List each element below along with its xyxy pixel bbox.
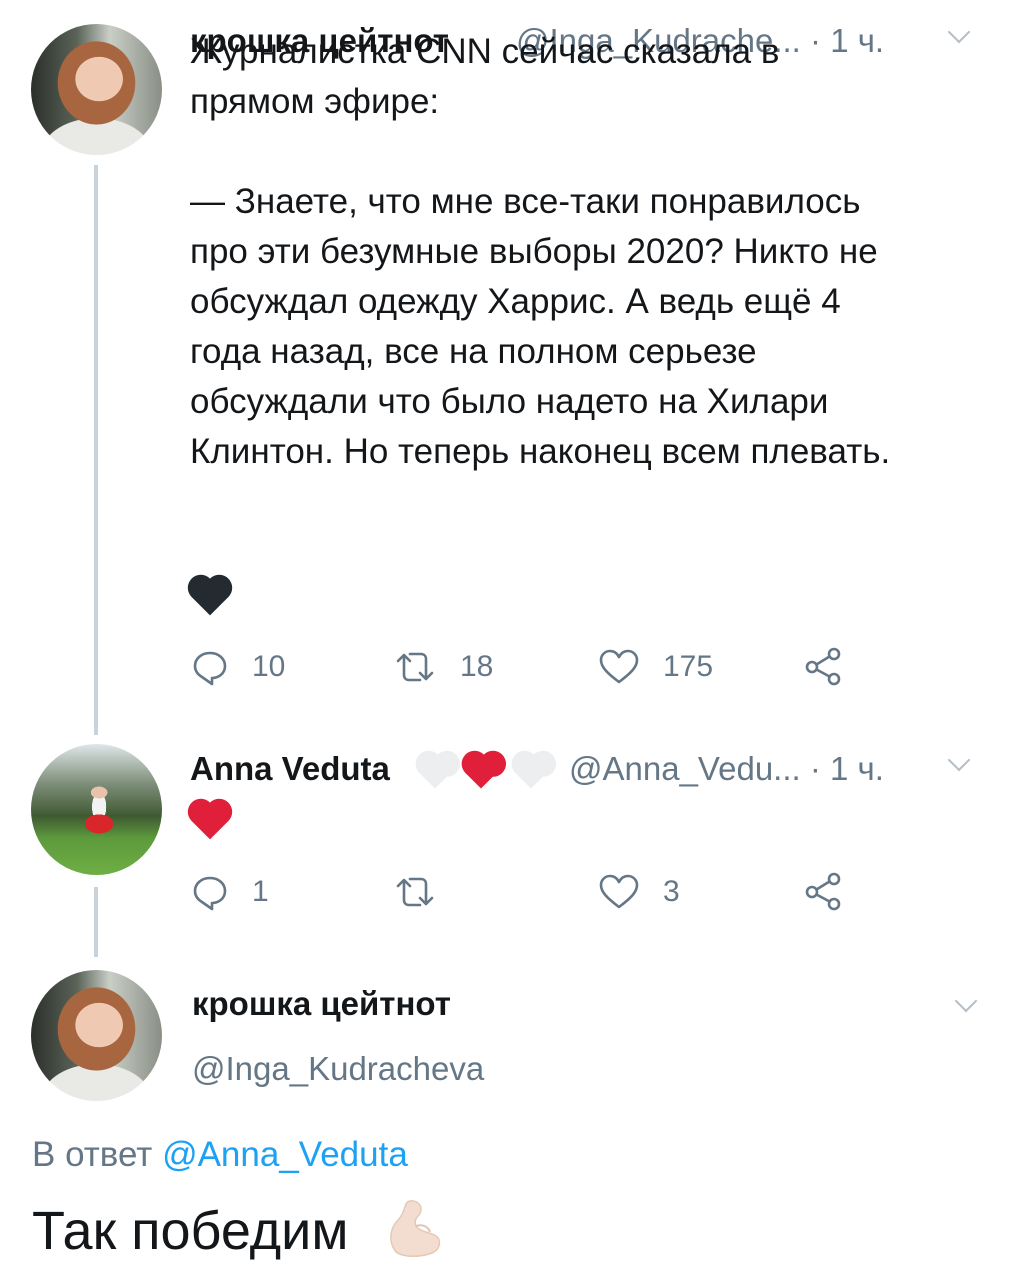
- reply-button[interactable]: 1: [190, 872, 269, 912]
- handle[interactable]: @Inga_Kudracheva: [192, 1050, 484, 1088]
- black-heart-icon: [191, 578, 229, 616]
- like-button[interactable]: 175: [597, 647, 713, 687]
- like-count: 3: [663, 875, 680, 908]
- thread-line: [94, 165, 98, 735]
- retweet-count: 18: [460, 650, 494, 683]
- white-heart-icon: [419, 757, 451, 789]
- reply-count: 10: [252, 650, 286, 683]
- flexed-biceps-icon: [390, 1200, 441, 1257]
- red-heart-icon: [465, 757, 497, 789]
- tweet-text: Так победим: [32, 1201, 349, 1261]
- avatar-inga[interactable]: [31, 24, 162, 155]
- like-icon: [599, 874, 639, 909]
- display-name[interactable]: Anna Veduta: [190, 750, 390, 788]
- retweet-button[interactable]: [392, 872, 460, 912]
- share-icon: [805, 647, 841, 686]
- like-icon: [599, 649, 639, 684]
- reply-prefix: В ответ: [32, 1135, 163, 1174]
- timestamp[interactable]: · 1 ч.: [810, 750, 884, 787]
- avatar-anna[interactable]: [31, 744, 162, 875]
- handle[interactable]: @Anna_Vedu...: [569, 750, 801, 787]
- reply-mention-link[interactable]: @Anna_Veduta: [162, 1135, 408, 1174]
- reply-icon: [193, 876, 227, 911]
- reply-count: 1: [252, 875, 269, 908]
- thread-line: [94, 887, 98, 957]
- red-heart-icon: [191, 802, 229, 840]
- reply-context: В ответ @Anna_Veduta: [32, 1135, 408, 1175]
- reply-button[interactable]: 10: [190, 647, 285, 687]
- share-button[interactable]: [802, 870, 844, 912]
- white-heart-icon: [515, 757, 547, 789]
- share-icon: [805, 872, 841, 911]
- handle-and-time[interactable]: @Anna_Vedu... · 1 ч.: [569, 750, 884, 788]
- chevron-down-icon[interactable]: [954, 989, 978, 1013]
- retweet-icon: [396, 652, 434, 682]
- reply-icon: [193, 651, 227, 686]
- chevron-down-icon[interactable]: [947, 748, 971, 772]
- like-button[interactable]: 3: [597, 872, 680, 912]
- retweet-icon: [396, 877, 434, 907]
- retweet-button[interactable]: 18: [392, 647, 493, 687]
- tweet-text: Журналистка CNN сейчас сказала в прямом …: [190, 32, 891, 471]
- display-name[interactable]: крошка цейтнот: [192, 985, 451, 1023]
- avatar-inga[interactable]: [31, 970, 162, 1101]
- share-button[interactable]: [802, 645, 844, 687]
- like-count: 175: [663, 650, 714, 683]
